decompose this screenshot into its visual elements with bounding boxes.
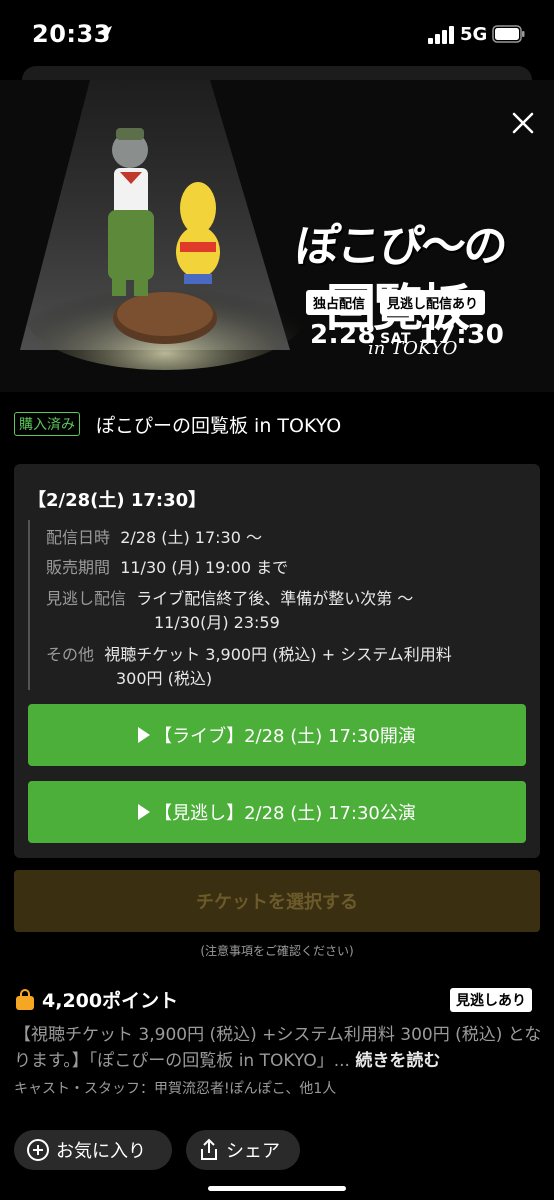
missed-button-label: 【見逃し】2/28 (土) 17:30公演: [154, 803, 416, 824]
info-divider: [28, 520, 30, 690]
live-button-label: 【ライブ】2/28 (土) 17:30開演: [154, 726, 416, 747]
cast-staff: キャスト・スタッフ：甲賀流忍者!ぽんぽこ、他1人: [14, 1081, 337, 1097]
hero-time: 17:30: [419, 320, 505, 350]
points-text: 4,200ポイント: [42, 990, 179, 1012]
home-indicator[interactable]: [208, 1186, 346, 1191]
favorite-label: お気に入り: [56, 1141, 146, 1162]
info-row-missed-delivery: 見逃し配信 ライブ配信終了後、準備が整い次第 〜: [46, 587, 413, 611]
info-value: 11/30 (月) 19:00 まで: [120, 558, 289, 577]
info-label: 販売期間: [46, 558, 111, 577]
select-ticket-button[interactable]: チケットを選択する: [14, 870, 540, 932]
play-icon: [138, 727, 151, 743]
info-row-broadcast-date: 配信日時 2/28 (土) 17:30 〜: [46, 526, 262, 550]
info-value: ライブ配信終了後、準備が整い次第 〜: [136, 589, 414, 608]
share-button[interactable]: シェア: [186, 1130, 300, 1170]
share-label: シェア: [226, 1141, 280, 1162]
info-label: その他: [46, 645, 95, 664]
info-value: 視聴チケット 3,900円 (税込) + システム利用料: [104, 645, 452, 664]
favorite-button[interactable]: お気に入り: [14, 1130, 172, 1170]
hero-date-day: 2.28: [310, 320, 377, 350]
description: 【視聴チケット 3,900円 (税込) +システム利用料 300円 (税込) と…: [14, 1022, 544, 1074]
hero-weekday: SAT: [380, 331, 412, 347]
info-row-sales-period: 販売期間 11/30 (月) 19:00 まで: [46, 556, 288, 580]
battery-icon: [492, 25, 525, 43]
share-icon: [201, 1138, 217, 1160]
hero-date: 2.28 SAT 17:30: [310, 320, 504, 350]
exclusive-badge: 独占配信: [306, 290, 373, 315]
missed-delivery-badge: 見逃し配信あり: [380, 290, 486, 315]
missed-available-badge: 見逃しあり: [450, 988, 532, 1012]
read-more-link[interactable]: 続きを読む: [355, 1051, 440, 1071]
hero-badges: 独占配信 見逃し配信あり: [306, 290, 486, 315]
event-title: ぽこぴーの回覧板 in TOKYO: [96, 415, 342, 437]
signal-bars-icon: [428, 26, 454, 44]
network-label: 5G: [460, 24, 488, 45]
location-arrow-icon: [98, 26, 112, 40]
performance-date-header: 【2/28(土) 17:30】: [28, 490, 207, 511]
status-bar: 20:33 5G: [0, 0, 554, 68]
info-label: 配信日時: [46, 528, 111, 547]
info-row-other-cont: 300円 (税込): [116, 669, 213, 688]
live-performance-button[interactable]: 【ライブ】2/28 (土) 17:30開演: [28, 704, 526, 766]
info-row-missed-delivery-cont: 11/30(月) 23:59: [154, 613, 280, 632]
info-row-other: その他 視聴チケット 3,900円 (税込) + システム利用料: [46, 643, 452, 667]
info-value: 2/28 (土) 17:30 〜: [120, 528, 262, 547]
play-icon: [138, 804, 151, 820]
missed-performance-button[interactable]: 【見逃し】2/28 (土) 17:30公演: [28, 781, 526, 843]
close-icon[interactable]: [508, 108, 538, 138]
description-text: 【視聴チケット 3,900円 (税込) +システム利用料 300円 (税込) と…: [14, 1025, 542, 1071]
plus-circle-icon: [27, 1139, 49, 1161]
logo-line1: ぽこぴ〜の: [292, 221, 509, 272]
points-row: 4,200ポイント: [14, 986, 178, 1013]
notice-link[interactable]: (注意事項をご確認ください): [0, 942, 554, 959]
info-label: 見逃し配信: [46, 589, 127, 608]
purchased-badge: 購入済み: [14, 412, 80, 436]
bag-icon: [16, 988, 34, 1010]
